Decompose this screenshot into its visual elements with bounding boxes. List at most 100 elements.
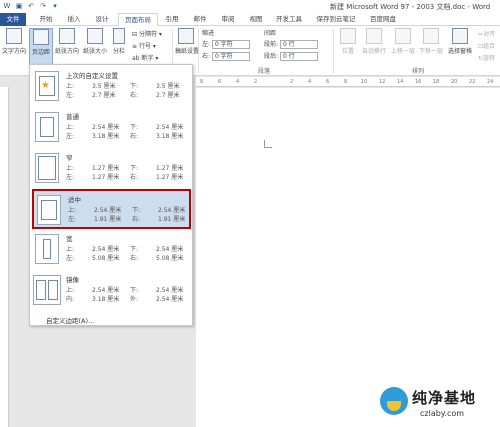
spacing-label: 间距 <box>264 30 277 37</box>
tab-baidu-netdisk[interactable]: 百度网盘 <box>366 13 400 26</box>
indent-left-row: 左: 0 字符 <box>202 39 250 49</box>
word-icon: W <box>3 2 11 10</box>
tab-insert[interactable]: 插入 <box>62 13 86 26</box>
margin-option-last-custom[interactable]: ★ 上次的自定义设置 上: 3.5 厘米 下: 3.5 厘米 左: 2.7 厘米… <box>32 67 191 107</box>
narrow-thumbnail <box>35 153 59 183</box>
bring-forward-icon <box>395 28 411 44</box>
margin-corner-mark <box>264 140 272 148</box>
ruler-mark: 4 <box>236 79 240 85</box>
margin-option-mirrored[interactable]: 镜像 上: 2.54 厘米 下: 2.54 厘米 内: 3.18 厘米 外: 2… <box>32 271 191 311</box>
customize-qat-icon[interactable]: ▾ <box>50 1 60 11</box>
site-watermark: 纯净基地 czlaby.com <box>380 383 498 423</box>
vertical-ruler[interactable] <box>0 87 9 427</box>
ruler-mark: 18 <box>433 79 440 85</box>
ruler-mark: 24 <box>487 79 494 85</box>
selection-pane-button[interactable]: 选择窗格 <box>446 28 474 55</box>
paragraph-group-label: 段落 <box>258 68 271 75</box>
ruler-mark: 14 <box>397 79 404 85</box>
margins-button[interactable]: 页边距 <box>29 28 53 66</box>
breaks-button[interactable]: ⊟ 分隔符 ▾ <box>132 29 162 38</box>
group-button[interactable]: ⊡组合 <box>478 41 495 50</box>
option-name: 宽 <box>66 235 73 243</box>
brand-logo-icon <box>380 387 408 415</box>
tab-cloud-notes[interactable]: 保存到云笔记 <box>310 13 362 26</box>
mirrored-thumbnail <box>33 275 61 305</box>
redo-icon[interactable]: ↷ <box>38 1 48 11</box>
tab-developer[interactable]: 开发工具 <box>272 13 306 26</box>
margin-option-wide[interactable]: 宽 上: 2.54 厘米 下: 2.54 厘米 左: 5.08 厘米 右: 5.… <box>32 230 191 270</box>
ruler-mark: 4 <box>308 79 312 85</box>
tab-design[interactable]: 设计 <box>90 13 114 26</box>
line-numbers-button[interactable]: ≡ 行号 ▾ <box>132 41 156 50</box>
wide-thumbnail <box>35 234 59 264</box>
save-icon[interactable]: ▣ <box>14 1 24 11</box>
text-direction-button[interactable]: 文字方向 <box>2 28 26 55</box>
indent-right-row: 右: 0 字符 <box>202 51 250 61</box>
margin-option-narrow[interactable]: 窄 上: 1.27 厘米 下: 1.27 厘米 左: 1.27 厘米 右: 1.… <box>32 149 191 189</box>
margin-option-moderate[interactable]: 适中 上: 2.54 厘米 下: 2.54 厘米 左: 1.91 厘米 右: 1… <box>32 189 191 229</box>
paper-size-button[interactable]: 纸张大小 <box>82 28 108 55</box>
send-backward-button[interactable]: 下移一层 <box>418 28 444 55</box>
tab-mailings[interactable]: 邮件 <box>188 13 212 26</box>
spacing-before-row: 段前: 0 行 <box>264 39 318 49</box>
arrange-group-label: 排列 <box>412 68 425 75</box>
columns-button[interactable]: 分栏 <box>111 28 127 55</box>
star-icon: ★ <box>41 80 50 91</box>
paper-size-icon <box>87 28 103 44</box>
undo-icon[interactable]: ↶ <box>26 1 36 11</box>
spacing-after-field[interactable]: 0 行 <box>279 52 318 61</box>
paper-setup-icon <box>178 28 194 44</box>
tab-page-layout[interactable]: 页面布局 <box>118 13 158 27</box>
position-icon <box>340 28 356 44</box>
ruler-mark: 20 <box>451 79 458 85</box>
rotate-button[interactable]: ↻旋转 <box>478 53 495 62</box>
title-bar: W ▣ ↶ ↷ ▾ 新建 Microsoft Word 97 - 2003 文档… <box>0 0 500 13</box>
document-page[interactable] <box>196 88 500 427</box>
tab-references[interactable]: 引用 <box>160 13 184 26</box>
brand-name: 纯净基地 <box>412 389 477 407</box>
wrap-text-icon <box>366 28 382 44</box>
group-separator <box>198 29 199 73</box>
option-name: 上次的自定义设置 <box>66 72 118 80</box>
option-name: 窄 <box>66 154 73 162</box>
margins-dropdown: ★ 上次的自定义设置 上: 3.5 厘米 下: 3.5 厘米 左: 2.7 厘米… <box>29 64 193 326</box>
ruler-mark: 12 <box>379 79 386 85</box>
tab-review[interactable]: 审阅 <box>216 13 240 26</box>
spacing-after-row: 段后: 0 行 <box>264 51 318 61</box>
orientation-icon <box>59 28 75 44</box>
wrap-text-button[interactable]: 自动换行 <box>360 28 388 55</box>
indent-left-field[interactable]: 0 字符 <box>211 40 250 49</box>
send-backward-icon <box>423 28 439 44</box>
ruler-mark: 2 <box>254 79 258 85</box>
align-button[interactable]: ⊨对齐 <box>478 29 495 38</box>
tab-view[interactable]: 视图 <box>244 13 268 26</box>
paper-setup-button[interactable]: 稿纸设置 <box>175 28 199 55</box>
orientation-button[interactable]: 纸张方向 <box>55 28 79 55</box>
ribbon-tabs: 文件 开始 插入 设计 页面布局 引用 邮件 审阅 视图 开发工具 保存到云笔记… <box>0 13 500 27</box>
ruler-mark: 6 <box>218 79 222 85</box>
tab-home[interactable]: 开始 <box>34 13 58 26</box>
last-custom-thumbnail: ★ <box>35 71 59 101</box>
brand-url: czlaby.com <box>420 409 465 418</box>
group-separator <box>333 29 334 73</box>
quick-access-toolbar: W ▣ ↶ ↷ ▾ <box>2 1 60 11</box>
indent-label: 缩进 <box>202 30 215 37</box>
ruler-mark: 22 <box>469 79 476 85</box>
moderate-thumbnail <box>37 195 61 225</box>
text-direction-icon <box>6 28 22 44</box>
margin-option-normal[interactable]: 普通 上: 2.54 厘米 下: 2.54 厘米 左: 3.18 厘米 右: 3… <box>32 108 191 148</box>
hyphenation-button[interactable]: ab 断字 ▾ <box>132 53 158 62</box>
custom-margins-item[interactable]: 自定义边距(A)... <box>46 315 94 325</box>
normal-thumbnail <box>35 112 59 142</box>
bring-forward-button[interactable]: 上移一层 <box>390 28 416 55</box>
ruler-mark: 6 <box>326 79 330 85</box>
option-name: 镜像 <box>66 276 79 284</box>
tab-file[interactable]: 文件 <box>0 13 26 26</box>
ruler-mark: 8 <box>344 79 348 85</box>
position-button[interactable]: 位置 <box>338 28 358 55</box>
columns-icon <box>113 28 125 44</box>
indent-right-field[interactable]: 0 字符 <box>211 52 250 61</box>
horizontal-ruler[interactable]: 8 6 4 2 2 4 6 8 10 12 14 16 18 20 22 24 <box>196 77 500 87</box>
margins-icon <box>33 29 49 45</box>
spacing-before-field[interactable]: 0 行 <box>279 40 318 49</box>
